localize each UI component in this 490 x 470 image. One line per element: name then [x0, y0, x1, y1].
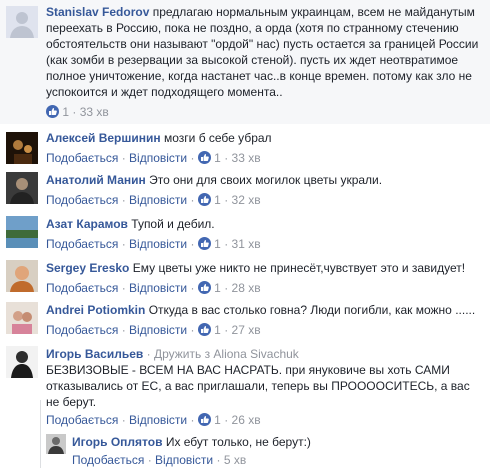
like-icon	[197, 323, 211, 336]
like-icon	[197, 193, 211, 206]
comment-time[interactable]: 26 хв	[232, 413, 261, 427]
comment-time[interactable]: 33 хв	[232, 151, 261, 165]
comment-author[interactable]: Игорь Оплятов	[72, 435, 162, 449]
comment-meta: Подобається · Відповісти · 1 · 33 хв	[46, 151, 261, 165]
comment-text: Это они для своих могилок цветы украли.	[149, 173, 383, 187]
comment-text: предлагаю нормальным украинцам, всем не …	[46, 5, 479, 99]
reply-button[interactable]: Відповісти	[129, 413, 187, 427]
comment-body: Sergey Eresko Ему цветы уже никто не при…	[46, 260, 482, 276]
reply-button[interactable]: Відповісти	[129, 323, 187, 337]
like-button[interactable]: Подобається	[46, 281, 118, 295]
like-count[interactable]: 1	[214, 151, 221, 165]
avatar[interactable]	[6, 346, 38, 378]
comment-body: Алексей Вершинин мозги б себе убрал	[46, 130, 482, 146]
friend-note: · Дружить з Aliona Sivachuk	[146, 347, 299, 361]
like-button[interactable]: Подобається	[46, 237, 118, 251]
like-icon	[197, 281, 211, 294]
comment-text: БЕЗВИЗОВЫЕ - ВСЕМ НА ВАС НАСРАТЬ. при ян…	[46, 363, 470, 409]
comment-author[interactable]: Игорь Васильев	[46, 347, 143, 361]
like-count[interactable]: 1	[62, 105, 69, 119]
comment-body: Азат Карамов Тупой и дебил.	[46, 216, 482, 232]
comment-time[interactable]: 33 хв	[80, 105, 109, 119]
reply-button[interactable]: Відповісти	[129, 193, 187, 207]
avatar[interactable]	[6, 302, 38, 334]
reply-body: Игорь Оплятов Их ебут только, не берут:)	[72, 434, 482, 450]
comment-text: Их ебут только, не берут:)	[165, 435, 311, 449]
avatar[interactable]	[6, 172, 38, 204]
like-icon	[197, 151, 211, 164]
avatar[interactable]	[46, 434, 66, 454]
comment-time[interactable]: 28 хв	[232, 281, 261, 295]
like-button[interactable]: Подобається	[46, 193, 118, 207]
comment-text: Тупой и дебил.	[131, 217, 215, 231]
like-button[interactable]: Подобається	[46, 413, 118, 427]
comment-author[interactable]: Stanislav Fedorov	[46, 5, 149, 19]
like-count[interactable]: 1	[214, 413, 221, 427]
like-count[interactable]: 1	[214, 237, 221, 251]
like-count[interactable]: 1	[214, 193, 221, 207]
comment-author[interactable]: Andrei Potiomkin	[46, 303, 145, 317]
like-button[interactable]: Подобається	[72, 453, 144, 467]
comment-text: Ему цветы уже никто не принесёт,чувствуе…	[132, 261, 466, 275]
comment-time[interactable]: 32 хв	[232, 193, 261, 207]
reply-button[interactable]: Відповісти	[155, 453, 213, 467]
comment-meta: Подобається · Відповісти · 1 · 31 хв	[46, 237, 261, 251]
like-icon	[46, 105, 59, 118]
comment-body: Stanislav Fedorov предлагаю нормальным у…	[46, 4, 482, 100]
comment-author[interactable]: Sergey Eresko	[46, 261, 129, 275]
comment-body: Andrei Potiomkin Откуда в вас столько го…	[46, 302, 482, 318]
reply-button[interactable]: Відповісти	[129, 281, 187, 295]
comment-time[interactable]: 5 хв	[224, 453, 246, 467]
avatar-default[interactable]	[6, 6, 38, 38]
reply-thread-line	[40, 400, 41, 468]
comment-meta: Подобається · Відповісти · 5 хв	[72, 453, 247, 467]
comment-meta: 1 · 33 хв	[46, 104, 109, 120]
comment-body: Игорь Васильев · Дружить з Aliona Sivach…	[46, 346, 482, 410]
avatar[interactable]	[6, 216, 38, 248]
like-count[interactable]: 1	[214, 281, 221, 295]
comment-author[interactable]: Анатолий Манин	[46, 173, 146, 187]
comment-meta: Подобається · Відповісти · 1 · 26 хв	[46, 413, 261, 427]
comment-meta: Подобається · Відповісти · 1 · 27 хв	[46, 323, 261, 337]
avatar[interactable]	[6, 132, 38, 164]
reply-button[interactable]: Відповісти	[129, 151, 187, 165]
like-icon	[197, 237, 211, 250]
like-count[interactable]: 1	[214, 323, 221, 337]
like-button[interactable]: Подобається	[46, 151, 118, 165]
avatar[interactable]	[6, 260, 38, 292]
comment-body: Анатолий Манин Это они для своих могилок…	[46, 172, 482, 188]
comment-text: Откуда в вас столько говна? Люди погибли…	[148, 303, 476, 317]
comment-time[interactable]: 31 хв	[232, 237, 261, 251]
comment-author[interactable]: Алексей Вершинин	[46, 131, 161, 145]
comment-text: мозги б себе убрал	[163, 131, 272, 145]
reply-button[interactable]: Відповісти	[129, 237, 187, 251]
like-icon	[197, 413, 211, 426]
comment-meta: Подобається · Відповісти · 1 · 32 хв	[46, 193, 261, 207]
comment-meta: Подобається · Відповісти · 1 · 28 хв	[46, 281, 261, 295]
comment-time[interactable]: 27 хв	[232, 323, 261, 337]
like-button[interactable]: Подобається	[46, 323, 118, 337]
comments-panel: Stanislav Fedorov предлагаю нормальным у…	[0, 0, 490, 470]
comment-author[interactable]: Азат Карамов	[46, 217, 128, 231]
